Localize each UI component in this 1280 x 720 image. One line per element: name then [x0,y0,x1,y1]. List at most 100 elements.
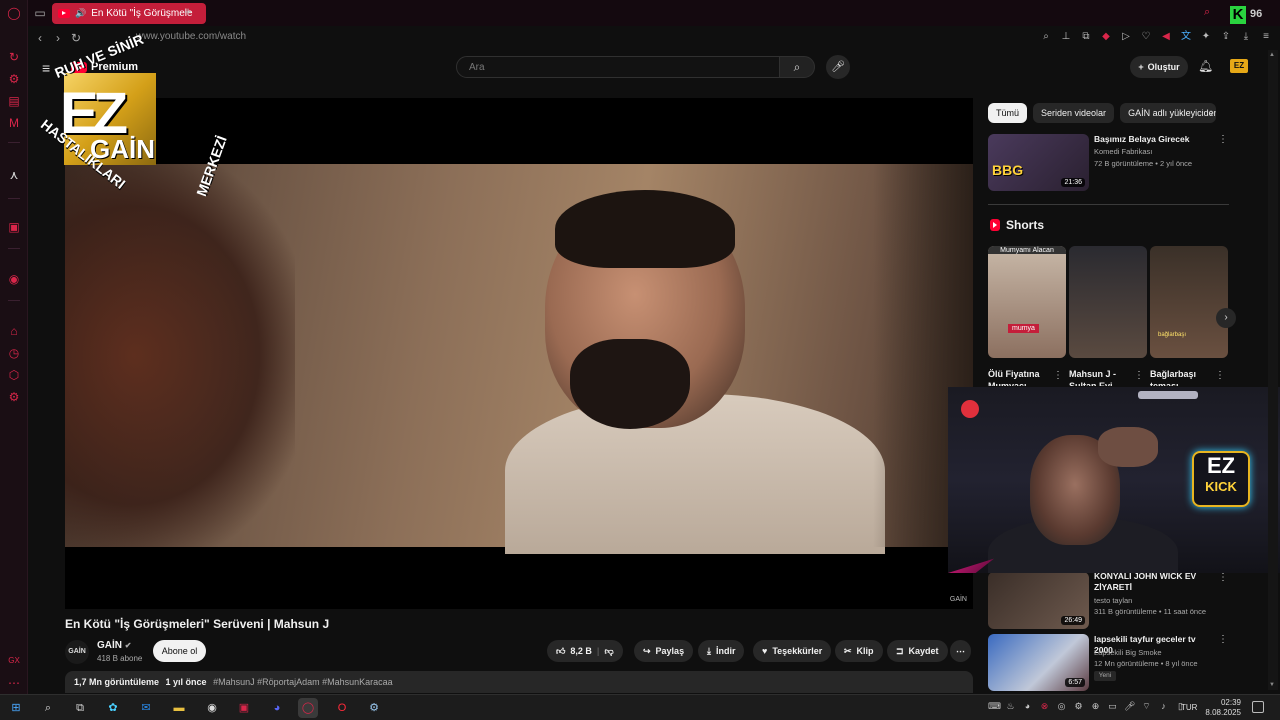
page-scrollbar[interactable]: ▲ ▼ [1268,50,1278,690]
settings-icon[interactable]: ⚙ [7,390,21,404]
list-item[interactable]: 6:57 lapsekili tayfur geceler tv 2000 La… [988,634,1228,692]
scroll-up-icon[interactable]: ▲ [1269,52,1275,58]
search-icon[interactable]: ⌕ [38,698,58,718]
short-title[interactable]: Mahsun J - Sultan Evi [1069,368,1135,386]
chip-uploader[interactable]: GAİN adlı yükleyiciden [1120,103,1217,123]
outlook-icon[interactable]: ✉ [136,698,156,718]
play-icon[interactable]: ▷ [1120,31,1132,43]
tray-mic-icon[interactable]: 🎤︎ [1124,701,1135,712]
more-actions-button[interactable]: ⋯ [950,640,971,662]
voice-search-button[interactable]: 🎤︎ [826,55,850,79]
pinboard-icon[interactable]: ⌂ [7,324,21,338]
copilot-icon[interactable]: ✿ [103,698,123,718]
search-button[interactable]: ⌕ [779,56,815,78]
description-box[interactable]: 1,7 Mn görüntüleme 1 yıl önce #MahsunJ #… [65,671,973,693]
kebab-menu-icon[interactable]: ⋮ [1053,370,1063,381]
video-title[interactable]: Başımız Belaya Girecek [1094,134,1214,145]
short-card[interactable]: bağlarbaşı [1150,246,1228,358]
channel-name[interactable]: Lapsekili Big Smoke [1094,648,1162,657]
chip-all[interactable]: Tümü [988,103,1028,123]
chip-series[interactable]: Seriden videolar [1033,103,1115,123]
video-title[interactable]: KONYALI JOHN WICK EV ZİYARETİ [1094,571,1214,593]
short-card[interactable]: Mumyamı Alacan mumya [988,246,1066,358]
player-icon[interactable]: ◉ [7,272,21,286]
hashtags[interactable]: #MahsunJ #RöportajAdam #MahsunKaracaa [213,677,393,687]
tray-app-icon[interactable]: ⊗ [1039,701,1050,712]
vpn-icon[interactable]: ◆ [1100,31,1112,43]
channel-name[interactable]: GAİN ✔ [97,640,131,651]
subscribe-button[interactable]: Abone ol [153,640,206,662]
scroll-down-icon[interactable]: ▼ [1269,682,1275,688]
video-thumbnail[interactable]: BBG 21:36 [988,134,1089,191]
kebab-menu-icon[interactable]: ⋮ [1215,370,1225,381]
speaker-icon[interactable]: 🔊 [75,8,86,19]
steam-icon[interactable]: ⚙ [364,698,384,718]
clock[interactable]: 02:39 8.08.2025 [1205,698,1241,718]
short-title[interactable]: Bağlarbaşı teması [1150,368,1216,386]
tray-keyboard-icon[interactable]: ⌨ [988,701,1001,712]
zoom-icon[interactable]: ⌕ [1040,31,1052,43]
explorer-icon[interactable]: ▬ [169,698,189,718]
history-icon[interactable]: ◷ [7,346,21,360]
channel-name[interactable]: testo taylan [1094,596,1132,605]
kebab-menu-icon[interactable]: ⋮ [1134,370,1144,381]
gx-badge-icon[interactable]: GX [7,654,21,668]
thumbs-down-icon[interactable]: 👎︎ [604,646,613,657]
more-icon[interactable]: ⋯ [7,676,21,690]
heart-icon[interactable]: ♡ [1140,31,1152,43]
puzzle-icon[interactable]: ✦ [1200,31,1212,43]
snapshot-icon[interactable]: ⧉ [1080,31,1092,43]
obs-icon[interactable]: ◉ [202,698,222,718]
video-thumbnail[interactable]: 6:57 [988,634,1089,691]
extensions-icon[interactable]: ⬡ [7,368,21,382]
pin-icon[interactable]: ⊥ [1060,31,1072,43]
gx-control-icon[interactable]: ⚙ [7,72,21,86]
like-button[interactable]: 👍︎ 8,2 B | 👎︎ [547,640,623,662]
discord-icon[interactable]: ◕ [267,698,287,718]
tab-menu-icon[interactable]: ▭ [32,5,48,21]
tray-discord-icon[interactable]: ◕ [1022,701,1033,712]
video-thumbnail[interactable]: 26:49 [988,572,1089,629]
video-editor-icon[interactable]: ▣ [234,698,254,718]
tray-opera-icon[interactable]: ◎ [1056,701,1067,712]
search-input[interactable]: Ara [456,56,780,78]
twitch-icon[interactable]: ▣ [7,220,21,234]
short-card[interactable] [1069,246,1147,358]
list-item[interactable]: BBG 21:36 Başımız Belaya Girecek Komedi … [988,134,1228,192]
create-button[interactable]: + Oluştur [1130,56,1188,78]
mail-icon[interactable]: M [7,116,21,130]
notifications-bell-icon[interactable]: 🔔︎ [1198,59,1213,73]
opera-logo-icon[interactable]: ◯ [7,6,21,20]
share-icon[interactable]: ⇪ [1220,31,1232,43]
channel-name[interactable]: Komedi Fabrikası [1094,147,1152,156]
new-tab-button[interactable]: + [180,4,196,20]
language-indicator[interactable]: TUR [1181,703,1197,712]
kebab-menu-icon[interactable]: ⋮ [1218,134,1228,145]
opera-gx-icon[interactable]: ◯ [298,698,318,718]
list-item[interactable]: 26:49 KONYALI JOHN WICK EV ZİYARETİ test… [988,571,1228,630]
aria-icon[interactable]: ⋏ [7,168,21,182]
download-button[interactable]: ⤓ İndir [698,640,745,662]
tray-folder-icon[interactable]: ▭ [1107,701,1118,712]
shorts-next-button[interactable]: › [1216,308,1236,328]
notification-icon[interactable] [1252,701,1264,713]
thanks-button[interactable]: ♥ Teşekkürler [753,640,832,662]
account-avatar[interactable]: EZ [1230,59,1248,73]
speed-dial-icon[interactable]: ↻ [7,50,21,64]
news-icon[interactable]: ▤ [7,94,21,108]
opera-icon[interactable]: O [332,698,352,718]
task-view-icon[interactable]: ⧉ [70,698,90,718]
kebab-menu-icon[interactable]: ⋮ [1218,634,1228,645]
short-title[interactable]: Ölü Fiyatına Mumyacı [988,368,1054,386]
download-icon[interactable]: ⤓ [1240,31,1252,43]
tray-steam-icon[interactable]: ♨ [1005,701,1016,712]
easy-setup-icon[interactable]: ≡ [1260,31,1272,43]
clip-button[interactable]: ✂ Klip [835,640,883,662]
translate-icon[interactable]: 文 [1180,31,1192,43]
chevron-right-icon[interactable]: › [1210,107,1214,119]
kebab-menu-icon[interactable]: ⋮ [1218,572,1228,583]
save-button[interactable]: ⊐ Kaydet [887,640,948,662]
channel-avatar[interactable]: GAİN [65,640,89,664]
tray-network-icon[interactable]: ⊕ [1090,701,1101,712]
share-button[interactable]: ↪ Paylaş [634,640,694,662]
